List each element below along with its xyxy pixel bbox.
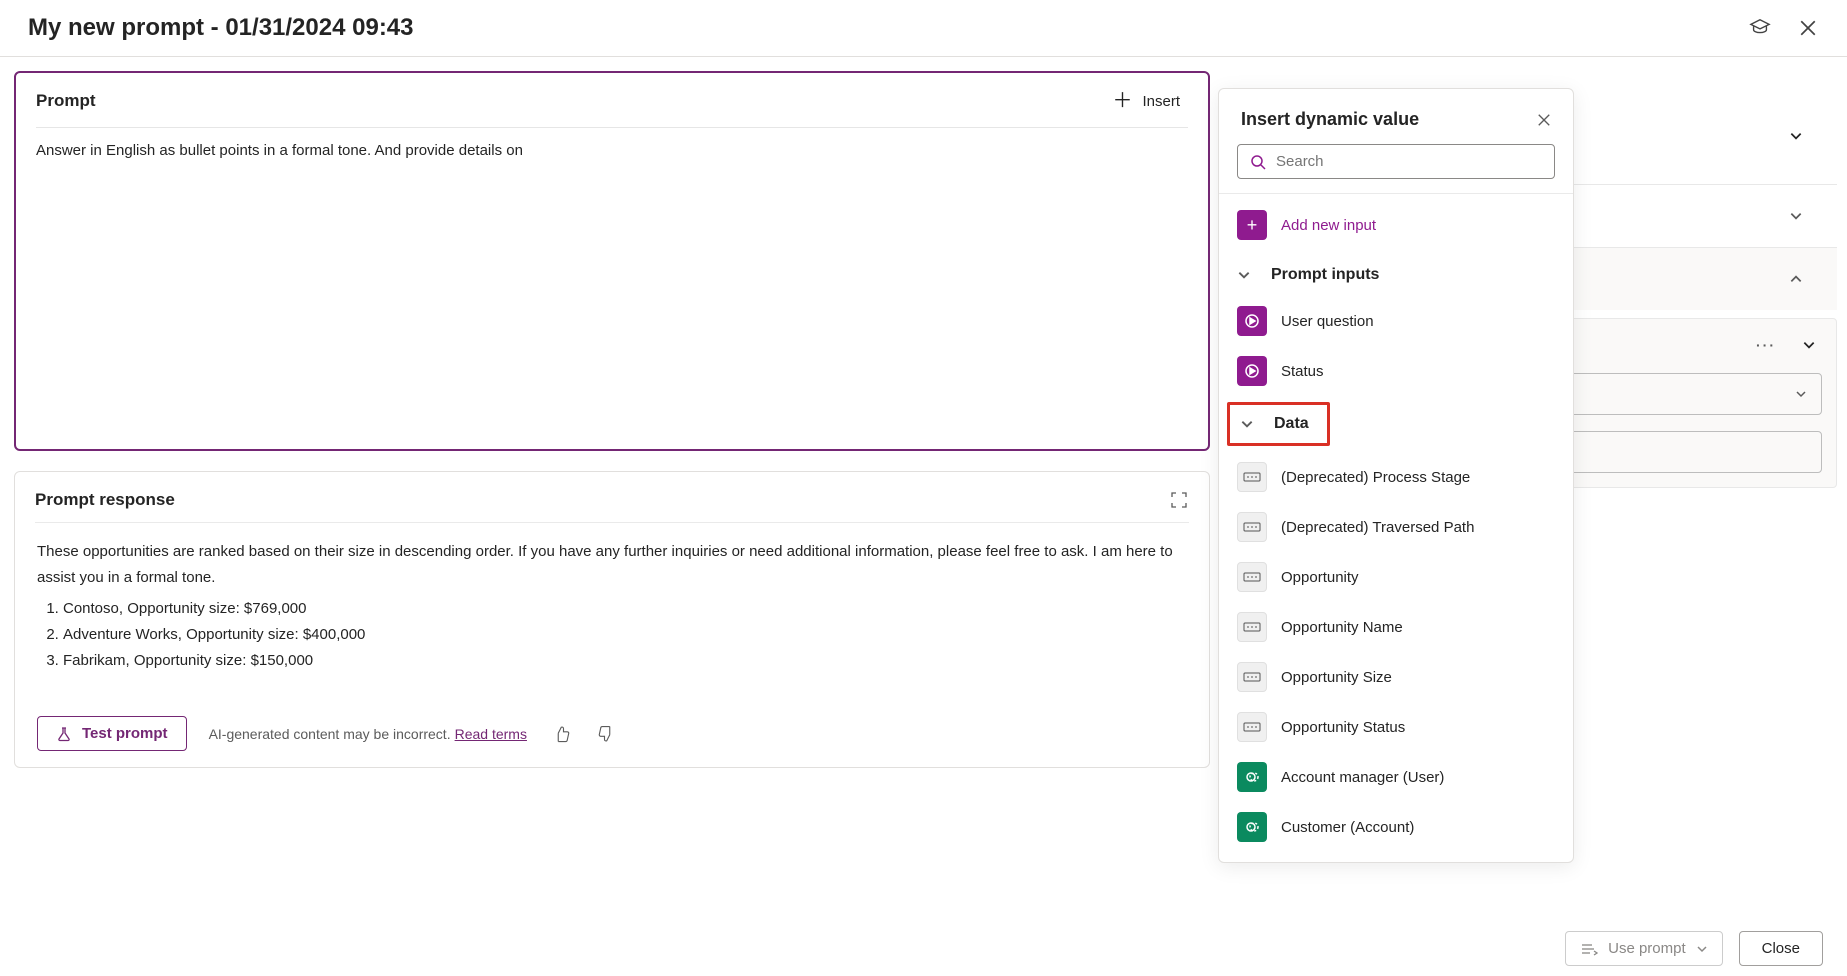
chevron-down-icon[interactable] <box>1789 129 1803 143</box>
prompt-section-label: Prompt <box>36 91 96 111</box>
expand-icon[interactable] <box>1169 490 1189 510</box>
footer: Use prompt Close <box>1565 931 1823 966</box>
prompt-input-item[interactable]: User question <box>1219 296 1573 346</box>
item-label: Status <box>1281 363 1324 380</box>
add-new-input-label: Add new input <box>1281 217 1376 234</box>
section-title: Data <box>1274 415 1309 433</box>
learn-icon[interactable] <box>1749 17 1771 39</box>
search-box[interactable] <box>1237 144 1555 179</box>
test-prompt-label: Test prompt <box>82 725 168 742</box>
chevron-down-icon[interactable] <box>1789 209 1803 223</box>
panel-header: Insert dynamic value <box>1219 89 1573 144</box>
section-title: Prompt inputs <box>1271 266 1379 284</box>
text-field-icon <box>1237 562 1267 592</box>
thumbs-up-icon[interactable] <box>553 725 571 743</box>
data-item[interactable]: (Deprecated) Process Stage <box>1219 452 1573 502</box>
item-label: Opportunity <box>1281 569 1359 586</box>
thumbs-down-icon[interactable] <box>597 725 615 743</box>
data-item[interactable]: Opportunity Size <box>1219 652 1573 702</box>
item-label: (Deprecated) Process Stage <box>1281 469 1470 486</box>
list-item: Contoso, Opportunity size: $769,000 <box>63 596 1187 622</box>
data-item[interactable]: Customer (Account) <box>1219 802 1573 852</box>
response-card-header: Prompt response <box>35 472 1189 523</box>
chevron-down-icon <box>1696 943 1708 955</box>
item-label: (Deprecated) Traversed Path <box>1281 519 1474 536</box>
page-title: My new prompt - 01/31/2024 09:43 <box>28 14 414 42</box>
search-input[interactable] <box>1276 153 1542 170</box>
text-field-icon <box>1237 662 1267 692</box>
insert-button[interactable]: ＋ Insert <box>1104 87 1188 115</box>
insert-label: Insert <box>1142 93 1180 110</box>
header-actions <box>1749 17 1819 39</box>
data-item[interactable]: Opportunity <box>1219 552 1573 602</box>
plus-icon: ＋ <box>1112 91 1132 111</box>
text-field-icon <box>1237 712 1267 742</box>
read-terms-link[interactable]: Read terms <box>455 726 527 742</box>
item-label: User question <box>1281 313 1374 330</box>
response-footer: Test prompt AI-generated content may be … <box>15 682 1209 751</box>
data-item[interactable]: (Deprecated) Traversed Path <box>1219 502 1573 552</box>
chevron-up-icon[interactable] <box>1789 272 1803 286</box>
close-icon[interactable] <box>1797 17 1819 39</box>
close-button[interactable]: Close <box>1739 931 1823 966</box>
panel-close-icon[interactable] <box>1537 113 1551 127</box>
item-label: Account manager (User) <box>1281 769 1444 786</box>
search-icon <box>1250 154 1266 170</box>
more-icon[interactable]: ··· <box>1756 337 1776 353</box>
data-item[interactable]: Account manager (User) <box>1219 752 1573 802</box>
item-label: Opportunity Size <box>1281 669 1392 686</box>
use-prompt-button[interactable]: Use prompt <box>1565 931 1723 966</box>
data-item[interactable]: Opportunity Name <box>1219 602 1573 652</box>
dynamic-value-panel: Insert dynamic value + Add new input Pro… <box>1218 88 1574 863</box>
section-prompt-inputs[interactable]: Prompt inputs <box>1219 254 1573 296</box>
text-field-icon <box>1237 612 1267 642</box>
response-section-label: Prompt response <box>35 490 175 510</box>
item-label: Opportunity Status <box>1281 719 1405 736</box>
header: My new prompt - 01/31/2024 09:43 <box>0 0 1847 57</box>
disclaimer: AI-generated content may be incorrect. R… <box>209 726 527 742</box>
prompt-card: Prompt ＋ Insert Answer in English as bul… <box>14 71 1210 451</box>
panel-title: Insert dynamic value <box>1241 109 1419 130</box>
chevron-down-icon <box>1240 417 1254 431</box>
search-wrap <box>1219 144 1573 193</box>
response-list: Contoso, Opportunity size: $769,000 Adve… <box>63 596 1187 675</box>
item-label: Opportunity Name <box>1281 619 1403 636</box>
response-intro: These opportunities are ranked based on … <box>37 539 1187 592</box>
input-icon <box>1237 306 1267 336</box>
section-data[interactable]: Data <box>1227 402 1330 446</box>
plus-icon: + <box>1237 210 1267 240</box>
prompt-input-item[interactable]: Status <box>1219 346 1573 396</box>
prompt-textarea[interactable]: Answer in English as bullet points in a … <box>16 128 1208 449</box>
list-item: Adventure Works, Opportunity size: $400,… <box>63 622 1187 648</box>
divider <box>1219 193 1573 194</box>
use-prompt-icon <box>1580 942 1598 956</box>
lookup-icon <box>1237 762 1267 792</box>
data-item[interactable]: Opportunity Status <box>1219 702 1573 752</box>
chevron-down-icon[interactable] <box>1802 338 1816 352</box>
left-column: Prompt ＋ Insert Answer in English as bul… <box>10 71 1210 768</box>
test-prompt-button[interactable]: Test prompt <box>37 716 187 751</box>
text-field-icon <box>1237 512 1267 542</box>
input-icon <box>1237 356 1267 386</box>
list-item: Fabrikam, Opportunity size: $150,000 <box>63 648 1187 674</box>
use-prompt-label: Use prompt <box>1608 940 1686 957</box>
lookup-icon <box>1237 812 1267 842</box>
prompt-card-header: Prompt ＋ Insert <box>36 73 1188 128</box>
chevron-down-icon <box>1237 268 1251 282</box>
text-field-icon <box>1237 462 1267 492</box>
item-label: Customer (Account) <box>1281 819 1414 836</box>
response-body: These opportunities are ranked based on … <box>15 523 1209 682</box>
response-card: Prompt response These opportunities are … <box>14 471 1210 768</box>
add-new-input-button[interactable]: + Add new input <box>1219 206 1573 254</box>
